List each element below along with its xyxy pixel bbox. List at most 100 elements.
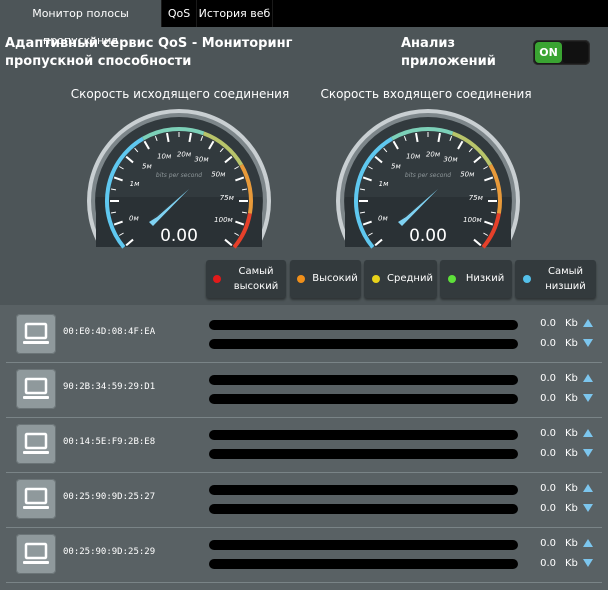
- priority-medium: Средний: [364, 260, 437, 298]
- computer-icon[interactable]: [16, 314, 56, 354]
- download-value: 0.0: [540, 393, 556, 404]
- upload-bar: [209, 485, 518, 495]
- toggle-knob: [562, 42, 588, 63]
- upload-unit: Kb: [565, 538, 578, 549]
- computer-icon[interactable]: [16, 534, 56, 574]
- client-row[interactable]: 00:25:90:9D:25:29 0.0 Kb 0.0 Kb: [6, 528, 602, 583]
- tab-qos[interactable]: QoS: [162, 0, 197, 27]
- download-speed-title: Скорость входящего соединения: [320, 87, 532, 101]
- download-bar: [209, 449, 518, 459]
- client-mac: 00:25:90:9D:25:27: [63, 492, 156, 502]
- app-analysis-toggle[interactable]: ON: [533, 40, 590, 65]
- upload-value: 0.0: [540, 538, 556, 549]
- download-unit: Kb: [565, 558, 578, 569]
- computer-icon[interactable]: [16, 369, 56, 409]
- gauge-scale-label: 10м: [406, 152, 421, 160]
- gauge-scale-label: 0м: [129, 214, 139, 222]
- download-bar: [209, 504, 518, 514]
- upload-speed-title: Скорость исходящего соединения: [70, 87, 290, 101]
- upload-bar: [209, 375, 518, 385]
- priority-low-label: Низкий: [465, 273, 505, 284]
- arrow-up-icon: [583, 374, 593, 382]
- upload-bar: [209, 320, 518, 330]
- download-value: 0.0: [540, 448, 556, 459]
- download-speed-gauge: 0м 1м 5м 10м 20м30м50м 75м 100м bits per second…: [335, 109, 521, 253]
- client-row[interactable]: 00:E0:4D:08:4F:EA 0.0 Kb 0.0 Kb: [6, 308, 602, 363]
- upload-unit: Kb: [565, 483, 578, 494]
- upload-bar: [209, 540, 518, 550]
- download-bar: [209, 339, 518, 349]
- upload-value: 0.0: [540, 373, 556, 384]
- download-unit: Kb: [565, 503, 578, 514]
- priority-dot: [523, 275, 531, 283]
- gauge-scale-label: 75м: [469, 194, 484, 202]
- client-mac: 90:2B:34:59:29:D1: [63, 382, 156, 392]
- upload-unit: Kb: [565, 318, 578, 329]
- gauge-scale-label: 1м: [130, 180, 140, 188]
- client-list: 00:E0:4D:08:4F:EA 0.0 Kb 0.0 Kb 90:2B:34…: [0, 305, 608, 590]
- priority-dot: [297, 275, 305, 283]
- gauge-unit-caption: bits per second: [405, 172, 451, 179]
- upload-value: 0.0: [540, 318, 556, 329]
- upload-unit: Kb: [565, 428, 578, 439]
- client-mac: 00:25:90:9D:25:29: [63, 547, 156, 557]
- computer-icon[interactable]: [16, 424, 56, 464]
- arrow-up-icon: [583, 539, 593, 547]
- download-unit: Kb: [565, 393, 578, 404]
- row-divider: [6, 582, 602, 583]
- priority-high: Высокий: [290, 260, 361, 298]
- upload-value: 0.0: [540, 428, 556, 439]
- priority-dot: [213, 275, 221, 283]
- app-analysis-label: Анализ приложений: [401, 36, 496, 69]
- gauge-scale-label: 50м: [211, 170, 226, 178]
- gauge-scale-label: 50м: [460, 170, 475, 178]
- gauge-scale-label: 30м: [194, 156, 209, 164]
- arrow-down-icon: [583, 504, 593, 512]
- arrow-up-icon: [583, 429, 593, 437]
- download-value: 0.0: [540, 503, 556, 514]
- client-row[interactable]: 90:2B:34:59:29:D1 0.0 Kb 0.0 Kb: [6, 363, 602, 418]
- priority-low: Низкий: [440, 260, 512, 298]
- upload-unit: Kb: [565, 373, 578, 384]
- tab-bandwidth-monitor[interactable]: Монитор полосы пропускания: [0, 0, 162, 47]
- computer-icon[interactable]: [16, 479, 56, 519]
- arrow-up-icon: [583, 319, 593, 327]
- gauge-scale-label: 20м: [426, 150, 441, 158]
- gauge-scale-label: 20м: [177, 150, 192, 158]
- client-row[interactable]: 00:25:90:9D:25:27 0.0 Kb 0.0 Kb: [6, 473, 602, 528]
- upload-value: 0.0: [540, 483, 556, 494]
- priority-lowest-label: Самый низший: [545, 266, 586, 292]
- priority-high-label: Высокий: [312, 273, 358, 284]
- priority-dot: [372, 275, 380, 283]
- gauge-scale-label: 100м: [214, 216, 233, 224]
- upload-bar: [209, 430, 518, 440]
- download-bar: [209, 394, 518, 404]
- gauge-value: 0.00: [160, 226, 198, 246]
- gauge-bottom: [335, 247, 521, 253]
- toggle-on-label: ON: [535, 42, 562, 63]
- gauge-bottom: [86, 247, 272, 253]
- arrow-down-icon: [583, 449, 593, 457]
- client-row[interactable]: 00:14:5E:F9:2B:E8 0.0 Kb 0.0 Kb: [6, 418, 602, 473]
- gauge-value: 0.00: [409, 226, 447, 246]
- priority-lowest: Самый низший: [515, 260, 596, 298]
- gauge-scale-label: 5м: [391, 162, 401, 170]
- arrow-down-icon: [583, 394, 593, 402]
- gauge-scale-label: 30м: [443, 156, 458, 164]
- tab-web-history[interactable]: История веб: [197, 0, 273, 27]
- priority-medium-label: Средний: [387, 273, 433, 284]
- download-unit: Kb: [565, 338, 578, 349]
- download-bar: [209, 559, 518, 569]
- tab-bar: Монитор полосы пропускания QoS История в…: [0, 0, 608, 47]
- arrow-up-icon: [583, 484, 593, 492]
- priority-highest: Самый высокий: [206, 260, 286, 298]
- gauge-scale-label: 5м: [142, 162, 152, 170]
- download-value: 0.0: [540, 338, 556, 349]
- page-title: Адаптивный сервис QoS - Мониторинг пропу…: [5, 36, 293, 69]
- priority-dot: [448, 275, 456, 283]
- gauge-scale-label: 100м: [463, 216, 482, 224]
- download-value: 0.0: [540, 558, 556, 569]
- client-mac: 00:E0:4D:08:4F:EA: [63, 327, 156, 337]
- gauge-unit-caption: bits per second: [156, 172, 202, 179]
- gauge-scale-label: 1м: [379, 180, 389, 188]
